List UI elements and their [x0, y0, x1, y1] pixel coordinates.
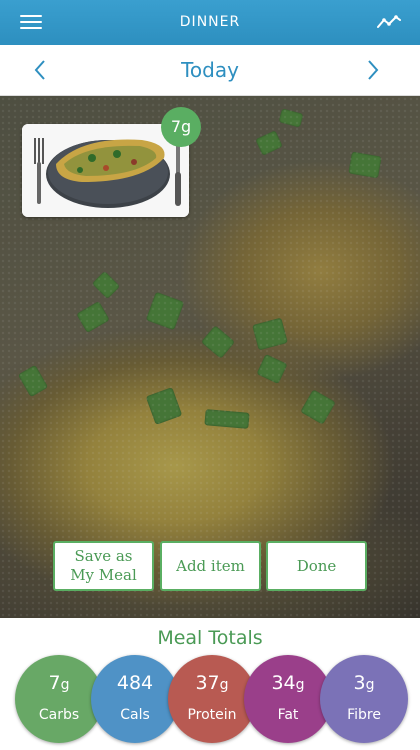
- calories-label: Cals: [120, 707, 150, 723]
- date-navigator: Today: [0, 45, 420, 96]
- carbs-label: Carbs: [38, 707, 80, 723]
- add-item-button[interactable]: Add item: [160, 541, 261, 591]
- calories-total: 484 Cals: [91, 655, 179, 743]
- fat-total: 34g Fat: [244, 655, 332, 743]
- save-as-my-meal-button[interactable]: Save as My Meal: [53, 541, 154, 591]
- protein-value: 37g: [195, 672, 229, 694]
- calories-value: 484: [116, 672, 154, 694]
- fat-label: Fat: [277, 707, 299, 723]
- protein-total: 37g Protein: [168, 655, 256, 743]
- done-button[interactable]: Done: [266, 541, 367, 591]
- protein-label: Protein: [187, 707, 237, 723]
- carbs-total: 7g Carbs: [15, 655, 103, 743]
- page-title: DINNER: [179, 14, 241, 30]
- fat-value: 34g: [271, 672, 305, 694]
- chevron-right-icon[interactable]: [366, 59, 380, 81]
- fibre-total: 3g Fibre: [320, 655, 408, 743]
- fibre-label: Fibre: [347, 707, 381, 723]
- meal-totals-heading: Meal Totals: [157, 627, 263, 649]
- top-bar: DINNER: [0, 0, 420, 45]
- trend-chart-icon[interactable]: [376, 12, 402, 32]
- carbs-value: 7g: [48, 672, 70, 694]
- item-carbs-badge: 7g: [161, 107, 201, 147]
- fibre-value: 3g: [353, 672, 375, 694]
- date-label[interactable]: Today: [0, 58, 420, 82]
